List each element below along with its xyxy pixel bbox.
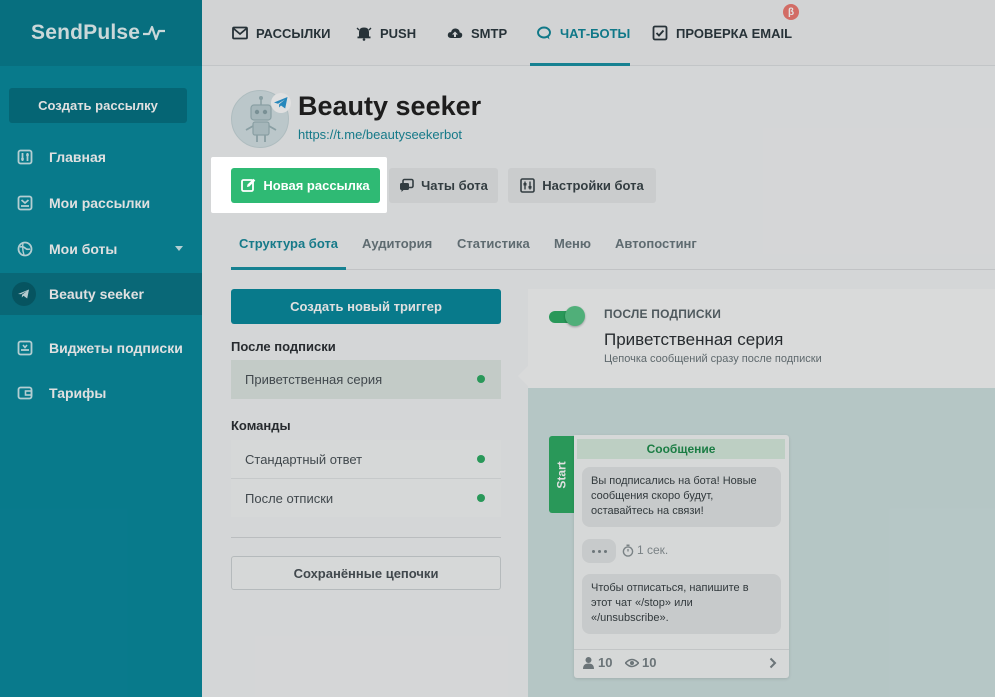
list-item-welcome-series[interactable]: Приветственная серия — [231, 360, 501, 399]
top-navigation: РАССЫЛКИ PUSH SMTP ЧАТ-БОТЫ ПРОВЕРКА EMA… — [202, 0, 995, 66]
trigger-description: Цепочка сообщений сразу после подписки — [604, 353, 822, 365]
sidebar: SendPulse Создать рассылку Главная Мои р… — [0, 0, 202, 697]
chat-icon — [537, 26, 551, 40]
topnav-label: ЧАТ-БОТЫ — [560, 25, 631, 41]
new-campaign-button[interactable]: Новая рассылка — [231, 168, 380, 203]
tab-bot-structure[interactable]: Структура бота — [239, 236, 338, 251]
bot-chats-label: Чаты бота — [421, 178, 488, 193]
topnav-smtp[interactable]: SMTP — [447, 0, 507, 66]
tab-statistics[interactable]: Статистика — [457, 236, 530, 251]
list-item-default-reply[interactable]: Стандартный ответ — [231, 440, 501, 478]
bot-settings-button[interactable]: Настройки бота — [508, 168, 656, 203]
commands-title: Команды — [231, 418, 291, 433]
toggle-knob[interactable] — [565, 306, 585, 326]
list-item-after-unsubscribe[interactable]: После отписки — [231, 479, 501, 517]
pulse-logo-icon — [143, 25, 166, 41]
wallet-icon — [17, 386, 33, 400]
bell-icon — [356, 27, 372, 41]
node-footer-divider — [574, 649, 789, 650]
chevron-right-icon[interactable] — [769, 657, 777, 669]
sidebar-item-label: Виджеты подписки — [49, 340, 183, 356]
after-subscribe-title: После подписки — [231, 339, 336, 354]
chats-icon — [400, 178, 414, 192]
sidebar-item-label: Мои боты — [49, 241, 118, 257]
sidebar-item-widgets[interactable]: Виджеты подписки — [0, 327, 202, 369]
cloud-upload-icon — [447, 28, 463, 38]
bot-link[interactable]: https://t.me/beautyseekerbot — [298, 127, 462, 142]
create-trigger-button[interactable]: Создать новый триггер — [231, 289, 501, 324]
active-subtab-indicator — [231, 267, 346, 270]
edit-icon — [241, 178, 256, 192]
home-icon — [17, 149, 33, 165]
sidebar-item-tariffs[interactable]: Тарифы — [0, 372, 202, 414]
start-label: Start — [554, 460, 569, 489]
sidebar-item-label: Мои рассылки — [49, 195, 151, 211]
active-status-dot — [477, 455, 485, 463]
saved-chains-button[interactable]: Сохранённые цепочки — [231, 556, 501, 590]
sliders-icon — [520, 178, 536, 193]
active-status-dot — [477, 375, 485, 383]
tab-autoposting[interactable]: Автопостинг — [615, 236, 697, 251]
checkbox-icon — [652, 25, 668, 41]
bot-chats-button[interactable]: Чаты бота — [389, 168, 498, 203]
active-tab-indicator — [530, 63, 630, 66]
telegram-icon — [12, 282, 36, 306]
section-divider — [231, 537, 501, 538]
telegram-icon — [274, 97, 288, 109]
mail-icon — [232, 26, 248, 40]
sidebar-item-campaigns[interactable]: Мои рассылки — [0, 182, 202, 224]
typing-indicator — [582, 539, 616, 563]
bot-settings-label: Настройки бота — [542, 178, 644, 193]
topnav-label: SMTP — [471, 25, 508, 41]
beta-badge: β — [783, 4, 799, 20]
message-bubble: Вы подписались на бота! Новые сообщения … — [582, 467, 781, 527]
user-icon — [583, 657, 594, 669]
delay-value: 1 сек. — [637, 543, 669, 557]
eye-icon — [625, 658, 639, 667]
topnav-label: ПРОВЕРКА EMAIL — [676, 25, 793, 41]
delay-indicator: 1 сек. — [622, 543, 668, 557]
telegram-badge — [271, 93, 291, 113]
sidebar-item-label: Тарифы — [49, 385, 107, 401]
list-item-label: Приветственная серия — [245, 372, 383, 387]
topnav-campaigns[interactable]: РАССЫЛКИ — [232, 0, 331, 66]
sidebar-item-home[interactable]: Главная — [0, 136, 202, 178]
topnav-push[interactable]: PUSH — [356, 0, 416, 66]
bot-name: Beauty seeker — [298, 91, 482, 121]
create-campaign-button[interactable]: Создать рассылку — [9, 88, 187, 123]
subscribers-stat: 10 — [582, 655, 612, 670]
new-campaign-label: Новая рассылка — [263, 178, 370, 193]
message-node-title: Сообщение — [577, 439, 785, 459]
trigger-type-label: После подписки — [604, 307, 722, 321]
widgets-icon — [17, 340, 33, 356]
views-stat: 10 — [625, 655, 656, 670]
active-status-dot — [477, 494, 485, 502]
tab-menu[interactable]: Меню — [554, 236, 591, 251]
tab-audience[interactable]: Аудитория — [362, 236, 432, 251]
campaigns-icon — [17, 195, 33, 211]
topnav-chatbots[interactable]: ЧАТ-БОТЫ — [536, 0, 630, 66]
topnav-email-check[interactable]: ПРОВЕРКА EMAIL — [652, 0, 792, 66]
sidebar-item-beauty-seeker[interactable]: Beauty seeker — [0, 273, 202, 315]
sidebar-item-label: Главная — [49, 149, 106, 165]
start-tag: Start — [549, 436, 574, 513]
views-count: 10 — [642, 655, 657, 670]
info-card-pointer — [518, 366, 528, 386]
topnav-label: PUSH — [380, 25, 417, 41]
trigger-title: Приветственная серия — [604, 330, 784, 349]
brand-logo[interactable]: SendPulse — [31, 21, 140, 45]
bots-icon — [17, 241, 33, 257]
topnav-label: РАССЫЛКИ — [256, 25, 331, 41]
sidebar-header: SendPulse — [0, 0, 202, 66]
stopwatch-icon — [622, 544, 634, 557]
sidebar-item-label: Beauty seeker — [49, 286, 144, 302]
list-item-label: После отписки — [245, 490, 334, 506]
list-item-label: Стандартный ответ — [245, 451, 363, 467]
subscribers-count: 10 — [598, 655, 613, 670]
sidebar-item-bots[interactable]: Мои боты — [0, 228, 202, 270]
message-bubble: Чтобы отписаться, напишите в этот чат «/… — [582, 574, 781, 634]
caret-down-icon[interactable] — [175, 246, 183, 251]
